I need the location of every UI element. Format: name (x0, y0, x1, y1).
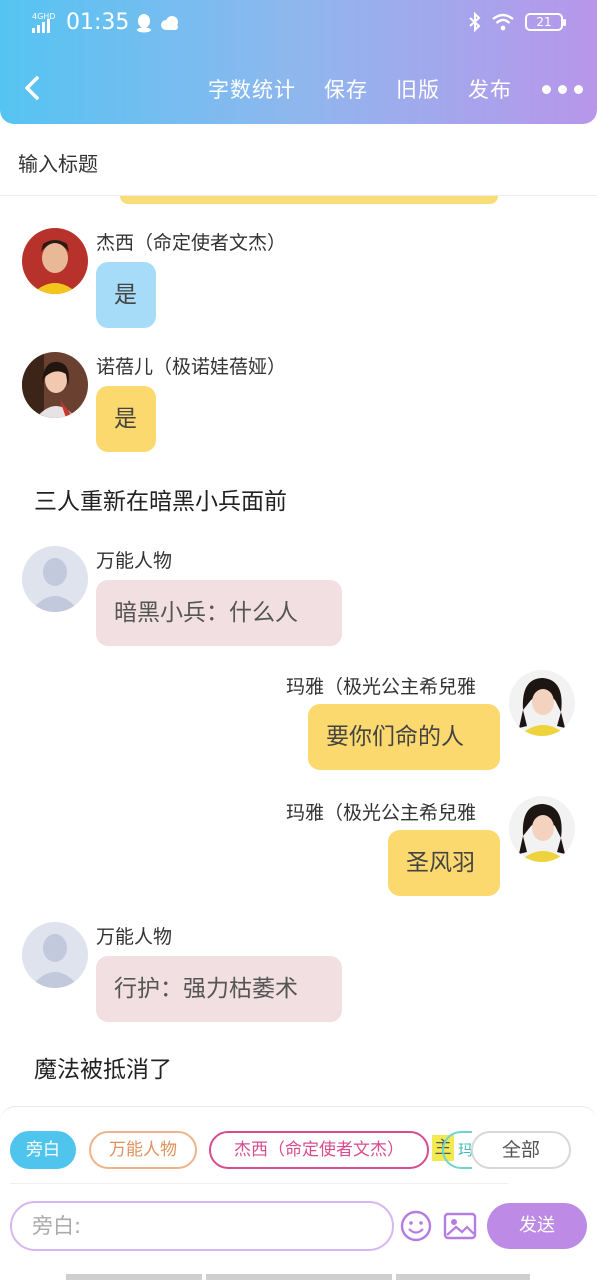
gesture-bar-segment (396, 1274, 530, 1280)
status-bar: 4GHD 01:35 21 (0, 8, 597, 38)
message-bubble[interactable]: 要你们命的人 (308, 704, 500, 770)
qq-icon (137, 13, 152, 32)
message-bubble[interactable]: 圣风羽 (388, 830, 500, 896)
message-sender-name: 玛雅（极光公主希兒雅 (286, 802, 477, 824)
title-placeholder: 输入标题 (18, 152, 98, 176)
avatar-default[interactable] (22, 546, 88, 612)
back-arrow-icon[interactable] (20, 74, 44, 102)
publish-button[interactable]: 发布 (468, 74, 512, 104)
gesture-bar-segment (66, 1274, 202, 1280)
more-icon[interactable] (542, 84, 583, 94)
battery-icon: 21 (525, 13, 566, 31)
all-roles-button[interactable]: 全部 (471, 1131, 571, 1169)
image-icon[interactable] (443, 1212, 477, 1240)
message-sender-name: 万能人物 (96, 550, 173, 572)
avatar-maya[interactable] (509, 796, 575, 862)
avatar-nobelle[interactable] (22, 352, 88, 418)
message-sender-name: 杰西（命定使者文杰） (96, 232, 287, 254)
cloud-icon (161, 15, 179, 30)
message-bubble[interactable]: 是 (96, 386, 156, 452)
avatar-default[interactable] (22, 922, 88, 988)
old-version-button[interactable]: 旧版 (396, 74, 440, 104)
message-sender-name: 万能人物 (96, 926, 173, 948)
narration-text[interactable]: 魔法被抵消了 (34, 1050, 172, 1084)
message-bubble[interactable]: 暗黑小兵：什么人 (96, 580, 342, 646)
word-count-button[interactable]: 字数统计 (208, 74, 296, 104)
narration-text[interactable]: 三人重新在暗黑小兵面前 (34, 482, 287, 516)
app-header: 4GHD 01:35 21 字数统计 保存 旧版 发布 (0, 0, 597, 124)
message-bubble[interactable]: 行护：强力枯萎术 (96, 956, 342, 1022)
role-chip-universal[interactable]: 万能人物 (89, 1131, 197, 1169)
signal-icon: 4GHD (32, 12, 60, 34)
nav-bar: 字数统计 保存 旧版 发布 (0, 66, 597, 114)
title-input[interactable]: 输入标题 (0, 128, 597, 196)
emoji-icon[interactable] (400, 1210, 432, 1242)
message-bubble[interactable]: 是 (96, 262, 156, 328)
message-sender-name: 玛雅（极光公主希兒雅 (286, 676, 477, 698)
avatar-maya[interactable] (509, 670, 575, 736)
chat-area: 杰西（命定使者文杰） 是 诺蓓儿（极诺娃蓓娅） 是 三人重新在暗黑小兵面前 万能… (0, 204, 597, 1104)
role-chip-jessie[interactable]: 杰西（命定使者文杰） (209, 1131, 429, 1169)
composer-panel: 旁白 万能人物 杰西（命定使者文杰） 主 玛 全部 旁白: 发送 (0, 1106, 597, 1280)
status-time: 01:35 (66, 10, 130, 35)
wifi-icon (492, 13, 514, 31)
send-button[interactable]: 发送 (487, 1203, 587, 1249)
divider (10, 1183, 508, 1184)
gesture-bar-segment (206, 1274, 392, 1280)
message-sender-name: 诺蓓儿（极诺娃蓓娅） (96, 356, 287, 378)
role-chip-narrator[interactable]: 旁白 (10, 1131, 76, 1169)
previous-bubble-edge (120, 196, 498, 204)
role-chip-maya-partial[interactable]: 玛 (442, 1131, 472, 1169)
bluetooth-icon (469, 12, 481, 32)
message-input[interactable]: 旁白: (10, 1201, 394, 1251)
save-button[interactable]: 保存 (324, 74, 368, 104)
avatar-jessie[interactable] (22, 228, 88, 294)
